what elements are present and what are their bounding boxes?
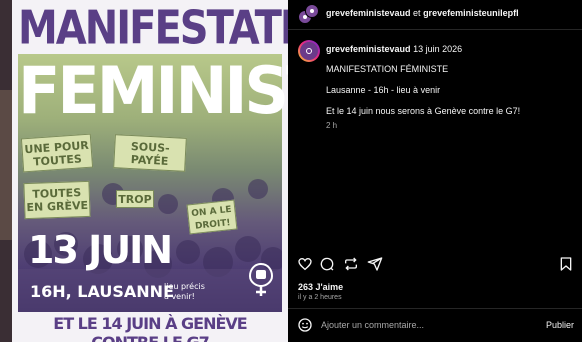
poster-date: 13 JUIN [28, 228, 173, 272]
instagram-post-view: MANIFESTATION UNE POUR TOUTES SOUS-PA [0, 0, 582, 342]
posted-time: il y a 2 heures [298, 294, 342, 301]
comment-input[interactable] [321, 318, 521, 332]
share-icon[interactable] [367, 256, 383, 272]
publish-button[interactable]: Publier [546, 320, 574, 330]
poster-title-line2: FEMINISTE [18, 52, 288, 129]
poster-footer: ET LE 14 JUIN À GENÈVE CONTRE LE G7 [53, 314, 247, 342]
caption-date: 13 juin 2026 [413, 44, 463, 54]
caption-header: grevefeministevaud 13 juin 2026 [326, 44, 462, 54]
poster-sign: TROP [116, 190, 154, 208]
post-image[interactable]: MANIFESTATION UNE POUR TOUTES SOUS-PA [12, 0, 288, 342]
caption-line: MANIFESTATION FÉMINISTE [326, 64, 449, 74]
caption-line: Lausanne - 16h - lieu à venir [326, 85, 441, 95]
emoji-icon[interactable] [297, 317, 313, 333]
heart-icon[interactable] [297, 256, 313, 272]
comment-bar: Publier [288, 312, 582, 338]
divider [288, 308, 582, 309]
repost-icon[interactable] [343, 256, 359, 272]
poster-time-place: 16H, LAUSANNE [30, 282, 174, 301]
poster-lieu-note: lieu précis à venir! [164, 282, 205, 301]
author-link[interactable]: grevefeministevaud [326, 8, 411, 18]
action-bar [288, 254, 582, 274]
caption-time-ago: 2 h [326, 121, 338, 130]
feminist-fist-logo-icon [248, 262, 274, 296]
post-side-panel: grevefeministevaud et grevefeministeunil… [288, 0, 582, 342]
post-header: grevefeministevaud et grevefeministeunil… [288, 0, 582, 28]
author-link[interactable]: grevefeministeunilepfl [423, 8, 519, 18]
collab-avatars[interactable] [298, 4, 320, 24]
divider [288, 29, 582, 30]
background-edge [0, 0, 12, 342]
comment-icon[interactable] [319, 256, 335, 272]
poster-sign: SOUS-PAYÉE [113, 134, 187, 172]
post-authors: grevefeministevaud et grevefeministeunil… [326, 8, 519, 18]
caption-avatar[interactable] [298, 40, 320, 62]
likes-count[interactable]: 263 J'aime [298, 282, 343, 292]
caption-username[interactable]: grevefeministevaud [326, 44, 411, 54]
caption-line: Et le 14 juin nous serons à Genève contr… [326, 106, 521, 116]
avatar [305, 4, 319, 18]
bookmark-icon[interactable] [558, 256, 574, 272]
poster-sign: TOUTES EN GRÈVE [23, 180, 91, 220]
poster-title-line1: MANIFESTATION [18, 2, 288, 55]
poster-sign: UNE POUR TOUTES [20, 133, 94, 173]
poster-sign: ON A LE DROIT! [186, 199, 238, 235]
